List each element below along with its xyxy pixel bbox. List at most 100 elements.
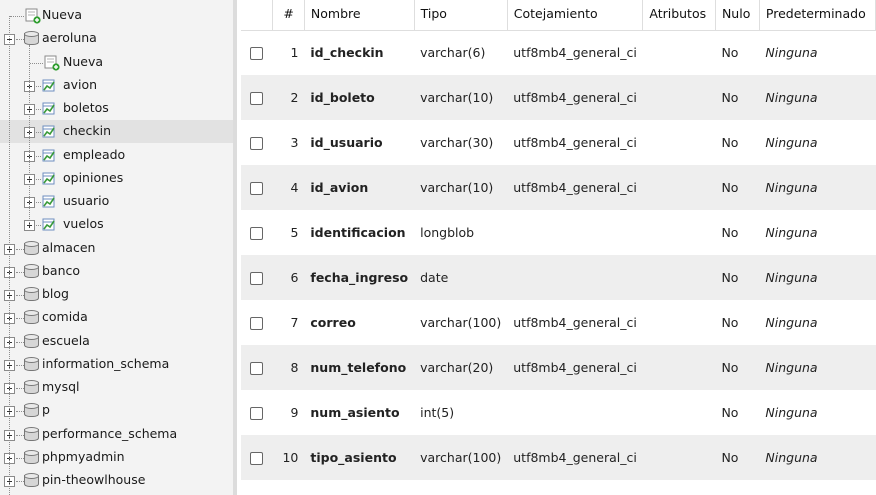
column-type: varchar(10) [414,75,508,120]
column-name-link[interactable]: id_usuario [304,120,415,165]
tree-item-database-mysql[interactable]: mysql [0,376,233,399]
row-select-checkbox[interactable] [250,452,264,465]
column-header-null[interactable]: Nulo [715,0,760,31]
table-header-row: # Nombre Tipo Cotejamiento Atributos Nul… [241,0,876,31]
column-name-link[interactable]: correo [304,300,415,345]
tree-item-database-performance_schema[interactable]: performance_schema [0,423,233,446]
column-name-link[interactable]: num_telefono [304,345,415,390]
column-header-collation[interactable]: Cotejamiento [507,0,644,31]
table-row[interactable]: 1 id_checkin varchar(6) utf8mb4_general_ci N… [241,30,876,75]
table-row[interactable]: 4 id_avion varchar(10) utf8mb4_general_ci No… [241,165,876,210]
row-checkbox-cell [241,210,273,255]
tree-item-label: vuelos [63,216,104,231]
table-body: 1 id_checkin varchar(6) utf8mb4_general_ci N… [241,30,876,480]
tree-connector [16,365,24,366]
table-row[interactable]: 6 fecha_ingreso date No Ninguna [241,255,876,300]
tree-item-label: empleado [63,147,126,162]
table-icon [42,79,56,93]
tree-item-label: opiniones [63,170,124,185]
structure-panel: # Nombre Tipo Cotejamiento Atributos Nul… [237,0,876,495]
column-header-type[interactable]: Tipo [414,0,508,31]
column-default: Ninguna [759,390,876,435]
tree-item-table-vuelos[interactable]: vuelos [0,213,233,236]
row-checkbox-cell [241,390,273,435]
tree-item-label: escuela [42,333,90,348]
column-default: Ninguna [759,120,876,165]
tree-connector [16,458,24,459]
row-number: 8 [272,345,305,390]
table-row[interactable]: 9 num_asiento int(5) No Ninguna [241,390,876,435]
tree-item-label: comida [42,309,88,324]
column-header-attributes[interactable]: Atributos [642,0,716,31]
column-name-link[interactable]: identificacion [304,210,415,255]
tree-item-database-p[interactable]: p [0,399,233,422]
column-attributes [642,75,716,120]
table-row[interactable]: 3 id_usuario varchar(30) utf8mb4_general_ci… [241,120,876,165]
column-type: int(5) [414,390,508,435]
column-header-number[interactable]: # [272,0,305,31]
column-default: Ninguna [759,345,876,390]
tree-item-table-boletos[interactable]: boletos [0,97,233,120]
tree-item-database-almacen[interactable]: almacen [0,237,233,260]
column-collation: utf8mb4_general_ci [507,345,643,390]
tree-item-database-blog[interactable]: blog [0,283,233,306]
column-name-link[interactable]: num_asiento [304,390,415,435]
column-name-link[interactable]: tipo_asiento [304,435,415,480]
column-name-link[interactable]: id_boleto [304,75,415,120]
tree-item-new-database[interactable]: Nueva [0,4,233,27]
column-collation [507,255,643,300]
table-row[interactable]: 5 identificacion longblob No Ninguna [241,210,876,255]
tree-item-database-aeroluna[interactable]: aeroluna [0,27,233,50]
row-select-checkbox[interactable] [250,272,264,285]
row-select-checkbox[interactable] [250,47,264,61]
column-null: No [715,120,760,165]
column-name-link[interactable]: id_avion [304,165,415,210]
column-null: No [715,390,760,435]
column-header-default[interactable]: Predeterminado [759,0,876,31]
column-header-name[interactable]: Nombre [304,0,415,31]
database-icon [24,287,39,303]
table-icon [42,195,56,209]
row-select-checkbox[interactable] [250,317,264,330]
database-icon [24,241,39,257]
navigation-tree: Nueva aeroluna Nueva avion boletos checkin emp… [0,0,233,495]
new-database-icon [25,8,41,24]
column-name-link[interactable]: id_checkin [304,30,415,75]
tree-item-database-banco[interactable]: banco [0,260,233,283]
tree-item-database-comida[interactable]: comida [0,306,233,329]
row-select-checkbox[interactable] [250,137,264,150]
row-select-checkbox[interactable] [250,362,264,375]
row-checkbox-cell [241,300,273,345]
row-checkbox-cell [241,120,273,165]
row-select-checkbox[interactable] [250,227,264,240]
row-select-checkbox[interactable] [250,92,264,105]
table-row[interactable]: 2 id_boleto varchar(10) utf8mb4_general_ci N… [241,75,876,120]
table-row[interactable]: 10 tipo_asiento varchar(100) utf8mb4_genera… [241,435,876,480]
tree-item-table-avion[interactable]: avion [0,74,233,97]
column-name-link[interactable]: fecha_ingreso [304,255,415,300]
tree-connector [16,272,24,273]
tree-item-database-pin-theowlhouse[interactable]: pin-theowlhouse [0,469,233,492]
tree-item-database-information_schema[interactable]: information_schema [0,353,233,376]
table-row[interactable]: 8 num_telefono varchar(20) utf8mb4_general_… [241,345,876,390]
row-select-checkbox[interactable] [250,182,264,195]
database-icon [24,427,39,443]
column-type: date [414,255,508,300]
column-null: No [715,165,760,210]
tree-item-database-phpmyadmin[interactable]: phpmyadmin [0,446,233,469]
tree-connector [16,388,24,389]
row-number: 4 [272,165,305,210]
table-row[interactable]: 7 correo varchar(100) utf8mb4_general_ci No N… [241,300,876,345]
column-null: No [715,435,760,480]
tree-connector [36,156,41,157]
tree-item-table-usuario[interactable]: usuario [0,190,233,213]
row-select-checkbox[interactable] [250,407,264,420]
table-icon [42,218,56,232]
tree-item-table-checkin[interactable]: checkin [0,120,233,143]
tree-item-table-empleado[interactable]: empleado [0,144,233,167]
tree-item-table-opiniones[interactable]: opiniones [0,167,233,190]
row-checkbox-cell [241,75,273,120]
tree-connector [36,179,41,180]
tree-item-database-escuela[interactable]: escuela [0,330,233,353]
row-number: 3 [272,120,305,165]
